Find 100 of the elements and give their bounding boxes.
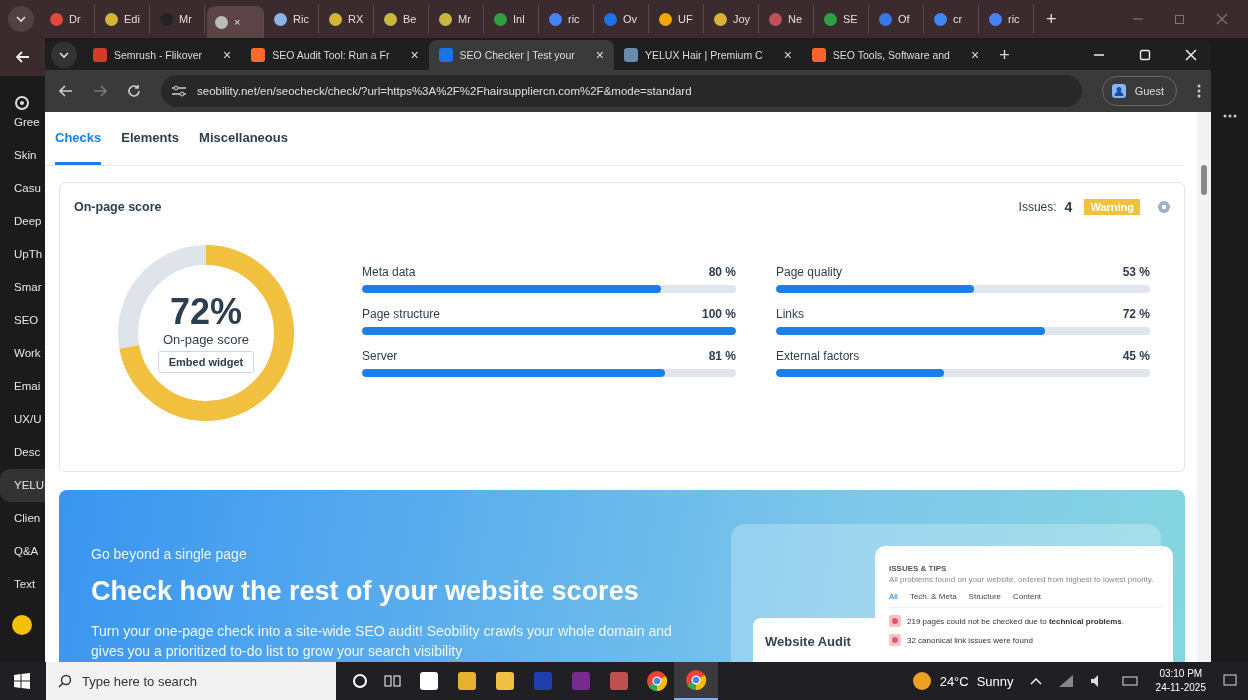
browser-tab[interactable]: RX: [321, 4, 374, 34]
maximize-icon[interactable]: [1139, 49, 1151, 61]
search-icon[interactable]: [58, 674, 72, 688]
sidebar-item[interactable]: Desc: [0, 436, 45, 469]
sidebar-item[interactable]: Emai: [0, 370, 45, 403]
browser-tab[interactable]: UF: [651, 4, 704, 34]
browser-tab[interactable]: Mr: [431, 4, 484, 34]
sidebar-item[interactable]: Gree: [0, 106, 45, 139]
metric-value: 53 %: [1122, 265, 1150, 279]
weather-condition: Sunny: [976, 673, 1014, 689]
metric-name: Links: [776, 307, 804, 321]
sidebar-item[interactable]: Casu: [0, 172, 45, 205]
browser-tab[interactable]: SEO Audit Tool: Run a Fr ×: [241, 40, 429, 70]
app-icon[interactable]: [418, 670, 440, 692]
chevron-up-icon[interactable]: [1029, 677, 1042, 685]
chrome-icon[interactable]: [685, 669, 707, 691]
sidebar-item[interactable]: Deep: [0, 205, 45, 238]
issues-tab[interactable]: All: [889, 592, 898, 601]
sidebar-item[interactable]: YELU: [0, 469, 45, 502]
metric-value: 81 %: [708, 349, 736, 363]
browser-tab[interactable]: YELUX Hair | Premium C ×: [613, 40, 802, 70]
score-value: 72%: [169, 293, 243, 330]
app-icon[interactable]: [456, 670, 478, 692]
reload-icon[interactable]: [127, 84, 141, 98]
sidebar-item[interactable]: Text: [0, 568, 45, 601]
browser-tab[interactable]: Ov: [596, 4, 649, 34]
browser-tab[interactable]: ×: [207, 6, 264, 38]
browser-tab[interactable]: Ric: [266, 4, 319, 34]
promo-eyebrow: Go beyond a single page: [91, 546, 248, 562]
cortana-icon[interactable]: [352, 673, 368, 689]
metric-value: 45 %: [1122, 349, 1150, 363]
task-view-icon[interactable]: [384, 673, 402, 689]
browser-tab[interactable]: Inl: [486, 4, 539, 34]
browser-tab[interactable]: ric: [541, 4, 594, 34]
metric-value: 80 %: [708, 265, 736, 279]
back-icon[interactable]: [59, 85, 73, 97]
issue-text: 219 pages could not be checked due to technical problems.: [907, 616, 1125, 626]
tab-list-button[interactable]: [51, 42, 77, 68]
metric-name: Server: [362, 349, 398, 363]
metric-name: Page quality: [776, 265, 843, 279]
temperature: 24°C: [939, 673, 969, 689]
person-icon[interactable]: [1110, 83, 1127, 99]
taskbar-search-field[interactable]: Type here to search: [46, 662, 336, 700]
scrollbar-thumb[interactable]: [1201, 165, 1207, 195]
caret-icon[interactable]: [16, 15, 26, 23]
caret-icon[interactable]: [59, 51, 69, 59]
page-tab[interactable]: Checks: [55, 112, 102, 165]
browser-tab[interactable]: Of: [871, 4, 924, 34]
issues-tab[interactable]: Content: [1013, 592, 1042, 601]
sidebar-item[interactable]: Smar: [0, 271, 45, 304]
tab-search-button[interactable]: [8, 6, 34, 32]
browser-tab[interactable]: Mr: [152, 4, 205, 34]
issues-tab[interactable]: Tech. & Meta: [909, 592, 957, 601]
battery-icon[interactable]: [1121, 675, 1140, 687]
restore-icon[interactable]: [1174, 13, 1186, 25]
browser-tab[interactable]: Edi: [97, 4, 150, 34]
browser-tab[interactable]: ric: [981, 4, 1034, 34]
sidebar-item[interactable]: UX/U: [0, 403, 45, 436]
chrome-icon[interactable]: [646, 670, 668, 692]
issues-tab[interactable]: Structure: [968, 592, 1002, 601]
back-arrow-icon[interactable]: [15, 51, 30, 63]
browser-tab[interactable]: Joy: [706, 4, 759, 34]
new-tab-button[interactable]: +: [1036, 8, 1067, 30]
score-label: On-page score: [163, 331, 249, 347]
page-tab[interactable]: Miscellaneous: [199, 112, 288, 165]
more-icon[interactable]: [1222, 114, 1237, 118]
browser-tab[interactable]: Be: [376, 4, 429, 34]
page-tab[interactable]: Elements: [121, 112, 180, 165]
browser-tab[interactable]: cr: [926, 4, 979, 34]
menu-icon[interactable]: [1197, 84, 1201, 98]
address-bar[interactable]: seobility.net/en/seocheck/check/?url=https%3A%2F%2Fhairsuppliercn.com%2F&mode=standard: [161, 75, 1082, 107]
sidebar-item[interactable]: UpTh: [0, 238, 45, 271]
sidebar-item[interactable]: Q&A: [0, 535, 45, 568]
warning-badge: Warning: [1084, 199, 1140, 215]
browser-tab[interactable]: Semrush - Flikover ×: [83, 40, 242, 70]
avatar[interactable]: [12, 615, 32, 635]
sidebar-item[interactable]: Skin: [0, 139, 45, 172]
browser-tab[interactable]: SEO Checker | Test your ×: [428, 40, 614, 70]
browser-tab[interactable]: SE: [816, 4, 869, 34]
embed-widget-button[interactable]: Embed widget: [157, 350, 255, 373]
metric-name: Page structure: [362, 307, 441, 321]
metric-value: 72 %: [1122, 307, 1150, 321]
metric-name: External factors: [776, 349, 860, 363]
forward-icon[interactable]: [93, 85, 107, 97]
promo-heading: Check how the rest of your website scores: [91, 576, 640, 607]
new-tab-button[interactable]: +: [989, 44, 1020, 66]
notification-icon[interactable]: [1222, 673, 1238, 689]
issues-title: ISSUES & TIPS: [889, 564, 948, 573]
sidebar-item[interactable]: SEO: [0, 304, 45, 337]
clock-date: 24-11-2025: [1155, 681, 1206, 695]
browser-tab[interactable]: Ne: [761, 4, 814, 34]
error-icon: [889, 634, 901, 646]
sidebar-item[interactable]: Work: [0, 337, 45, 370]
browser-tab[interactable]: SEO Tools, Software and ×: [801, 40, 990, 70]
network-icon[interactable]: [1057, 674, 1074, 688]
sidebar-item[interactable]: Clien: [0, 502, 45, 535]
browser-tab[interactable]: Dr: [42, 4, 95, 34]
app-icon[interactable]: [494, 670, 516, 692]
clock-time: 03:10 PM: [1159, 667, 1203, 681]
windows-start-icon[interactable]: [14, 673, 30, 689]
